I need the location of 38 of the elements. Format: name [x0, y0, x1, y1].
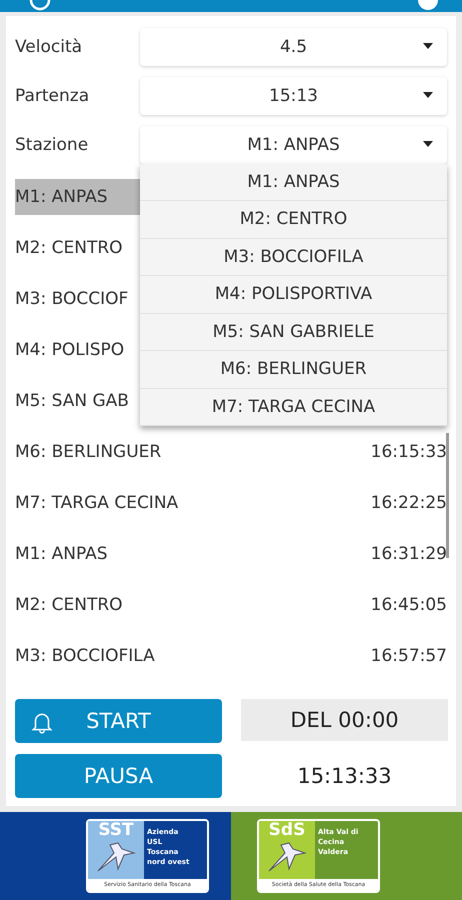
caret-icon	[423, 42, 433, 48]
arrival-time: 16:31:29	[370, 544, 447, 564]
station-name[interactable]: M4: POLISPO	[15, 340, 124, 360]
arrival-time: 16:45:05	[370, 594, 447, 614]
select-field[interactable]: 15:13	[140, 76, 447, 114]
logo-mark: SST	[98, 821, 134, 839]
start-button[interactable]: START	[15, 699, 222, 743]
field-label: Partenza	[15, 86, 90, 106]
dropdown-option[interactable]: M7: TARGA CECINA	[140, 388, 447, 426]
select-field[interactable]: M1: ANPAS	[140, 126, 447, 164]
delay-display: DEL 00:00	[241, 699, 448, 741]
dropdown-option[interactable]: M4: POLISPORTIVA	[140, 276, 447, 314]
clock-text: 15:13:33	[296, 763, 393, 790]
field-label: Stazione	[15, 134, 90, 154]
station-name[interactable]: M3: BOCCIOFILA	[15, 646, 155, 666]
dropdown-option[interactable]: M1: ANPAS	[140, 164, 447, 201]
scrollbar[interactable]	[446, 433, 449, 558]
field-label: Velocità	[15, 36, 84, 56]
station-name[interactable]: M2: CENTRO	[15, 594, 123, 614]
pause-button[interactable]: PAUSA	[15, 754, 222, 798]
arrival-time: 16:15:33	[370, 442, 447, 462]
dropdown-option[interactable]: M5: SAN GABRIELE	[140, 314, 447, 351]
station-name[interactable]: M3: BOCCIOF	[15, 288, 128, 308]
logo-mark: SdS	[268, 821, 306, 839]
caret-icon	[423, 140, 433, 146]
caret-icon	[423, 92, 433, 98]
station-name[interactable]: M2: CENTRO	[15, 238, 123, 258]
dropdown-option[interactable]: M2: CENTRO	[140, 201, 447, 238]
station-name[interactable]: M1: ANPAS	[15, 544, 108, 564]
arrival-time: 16:57:57	[370, 646, 447, 666]
arrival-time: 16:22:25	[370, 492, 447, 512]
station-name[interactable]: M1: ANPAS	[15, 178, 140, 214]
select-field[interactable]: 4.5	[140, 28, 447, 66]
dropdown-option[interactable]: M3: BOCCIOFILA	[140, 238, 447, 276]
dropdown-option[interactable]: M6: BERLINGUER	[140, 351, 447, 388]
station-name[interactable]: M7: TARGA CECINA	[15, 492, 178, 512]
station-name[interactable]: M6: BERLINGUER	[15, 442, 162, 462]
station-name[interactable]: M5: SAN GAB	[15, 390, 129, 410]
